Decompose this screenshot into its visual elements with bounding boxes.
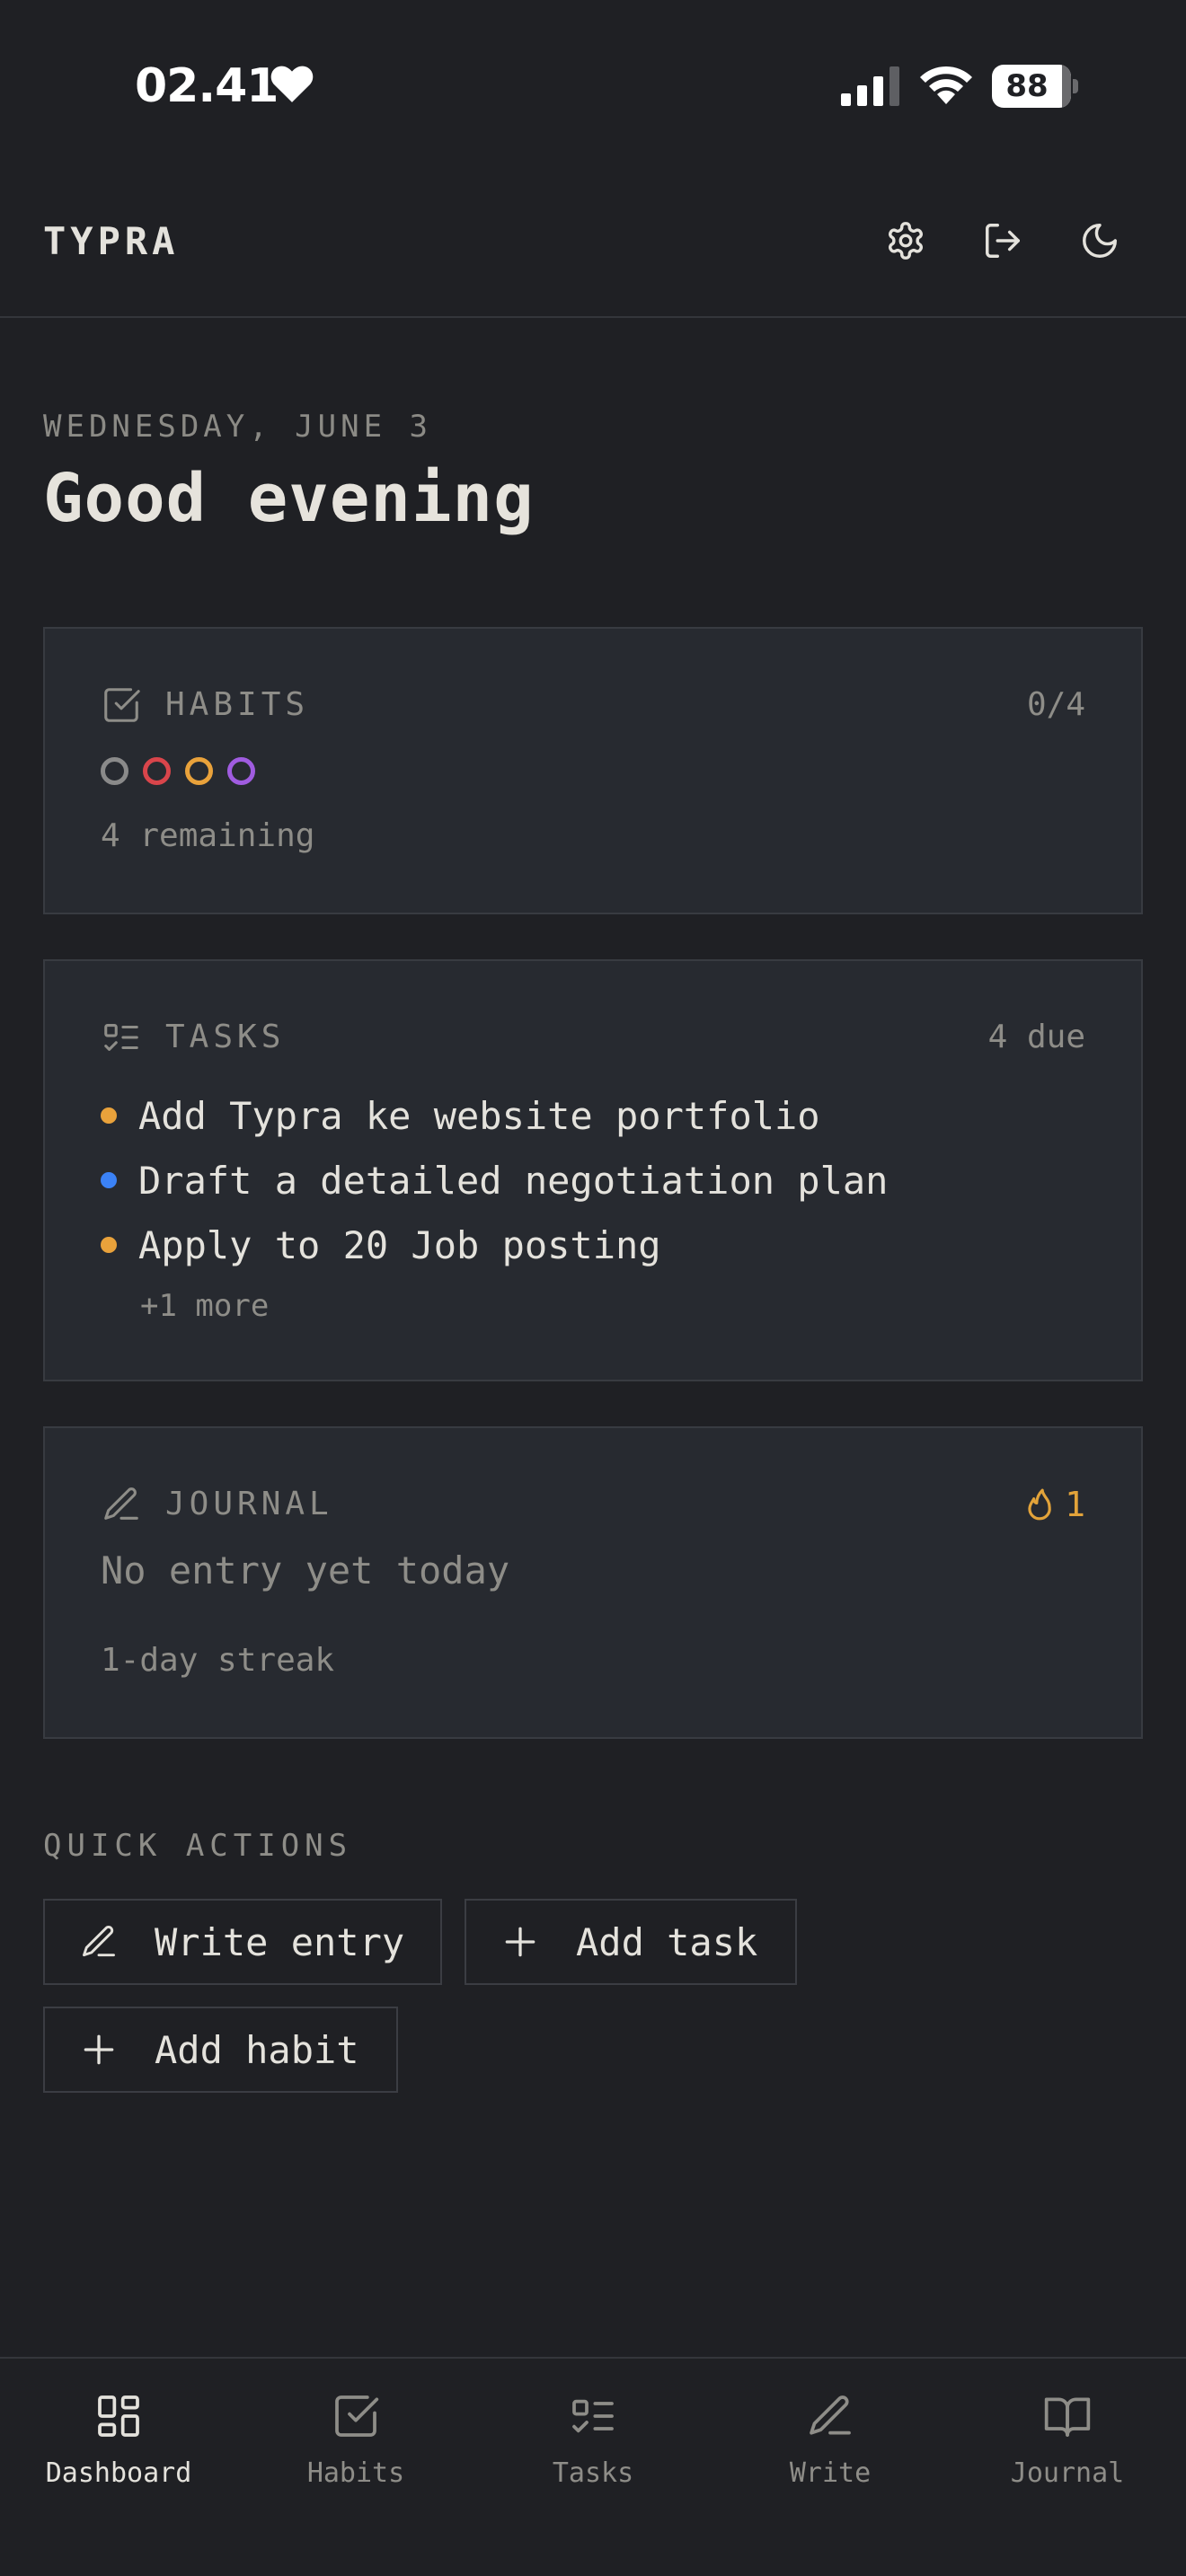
theme-toggle-button[interactable]: [1067, 208, 1132, 273]
nav-journal-label: Journal: [1010, 2457, 1125, 2489]
journal-title: JOURNAL: [165, 1486, 333, 1522]
habit-status-dot[interactable]: [101, 757, 128, 785]
gear-icon: [889, 222, 923, 260]
tasks-more-link[interactable]: +1 more: [140, 1288, 269, 1324]
journal-streak-text: 1-day streak: [101, 1642, 335, 1679]
check-square-icon: [104, 688, 140, 722]
habits-card-header: HABITS 0/4: [101, 684, 1085, 726]
nav-tasks[interactable]: Tasks: [474, 2359, 712, 2502]
logout-button[interactable]: [970, 208, 1035, 273]
task-text: Draft a detailed negotiation plan: [138, 1158, 889, 1203]
task-item[interactable]: Draft a detailed negotiation plan: [101, 1148, 888, 1213]
battery-level: 88: [1005, 68, 1049, 104]
greeting-title: Good evening: [43, 460, 535, 537]
dashboard-icon: [98, 2395, 139, 2437]
habit-status-dot[interactable]: [143, 757, 171, 785]
pen-line-icon: [810, 2395, 851, 2435]
nav-habits-label: Habits: [306, 2457, 405, 2489]
status-bar: 02.41 88: [0, 0, 1186, 180]
add-habit-label: Add habit: [155, 2027, 359, 2072]
pen-line-icon: [104, 1487, 138, 1520]
task-item[interactable]: Apply to 20 Job posting: [101, 1213, 888, 1277]
write-entry-label: Write entry: [155, 1919, 405, 1964]
task-text: Apply to 20 Job posting: [138, 1222, 661, 1267]
habits-remaining: 4 remaining: [101, 817, 315, 854]
habits-progress: 0/4: [1026, 686, 1085, 723]
plus-icon: [84, 2034, 114, 2065]
add-task-button[interactable]: Add task: [465, 1899, 797, 1985]
streak-count: 1: [1065, 1485, 1085, 1524]
habits-card[interactable]: HABITS 0/4 4 remaining: [43, 627, 1143, 914]
wifi-icon: [920, 66, 972, 104]
nav-journal[interactable]: Journal: [949, 2359, 1186, 2502]
flame-icon: [1028, 1488, 1051, 1521]
tasks-title: TASKS: [165, 1019, 286, 1055]
settings-button[interactable]: [873, 208, 938, 273]
nav-write-label: Write: [789, 2457, 872, 2489]
write-entry-button[interactable]: Write entry: [43, 1899, 442, 1985]
status-time: 02.41: [135, 59, 279, 113]
nav-habits[interactable]: Habits: [237, 2359, 474, 2502]
moon-icon: [1083, 224, 1117, 258]
journal-card-header: JOURNAL 1: [101, 1484, 1085, 1525]
add-habit-button[interactable]: Add habit: [43, 2007, 398, 2093]
app-logo: TYPRA: [43, 219, 180, 263]
add-task-label: Add task: [576, 1919, 758, 1964]
habit-status-dot[interactable]: [227, 757, 255, 785]
tasks-card-header: TASKS 4 due: [101, 1017, 1085, 1058]
habit-status-dot[interactable]: [185, 757, 213, 785]
quick-actions-label: QUICK ACTIONS: [43, 1828, 353, 1864]
logout-icon: [986, 224, 1020, 258]
bottom-navigation: Dashboard Habits Tasks Write Journal: [0, 2357, 1186, 2576]
task-list: Add Typra ke website portfolio Draft a d…: [101, 1083, 888, 1277]
habit-dots: [101, 757, 255, 786]
plus-icon: [505, 1927, 535, 1957]
app-header: TYPRA: [0, 180, 1186, 318]
nav-dashboard-label: Dashboard: [45, 2457, 192, 2489]
task-priority-dot: [101, 1107, 117, 1124]
cellular-signal-icon: [841, 66, 899, 106]
pen-line-icon: [83, 1926, 115, 1957]
nav-dashboard[interactable]: Dashboard: [0, 2359, 237, 2502]
list-checks-icon: [104, 1024, 138, 1051]
check-square-icon: [335, 2395, 379, 2437]
task-priority-dot: [101, 1237, 117, 1253]
tasks-card[interactable]: TASKS 4 due Add Typra ke website portfol…: [43, 959, 1143, 1381]
nav-write[interactable]: Write: [712, 2359, 949, 2502]
nav-tasks-label: Tasks: [552, 2457, 634, 2489]
habits-title: HABITS: [165, 686, 310, 723]
journal-status: No entry yet today: [101, 1548, 510, 1592]
streak-badge: 1: [1025, 1484, 1085, 1525]
battery-indicator: 88: [992, 65, 1078, 108]
journal-card[interactable]: JOURNAL 1 No entry yet today 1-day strea…: [43, 1426, 1143, 1739]
book-open-icon: [1044, 2397, 1091, 2437]
list-checks-icon: [572, 2399, 614, 2433]
task-priority-dot: [101, 1172, 117, 1188]
date-label: WEDNESDAY, JUNE 3: [43, 409, 432, 445]
task-text: Add Typra ke website portfolio: [138, 1093, 820, 1138]
task-item[interactable]: Add Typra ke website portfolio: [101, 1083, 888, 1148]
dashboard-screen: 02.41 88 TYPRA WEDNESDAY, JUNE 3 Good ev…: [0, 0, 1186, 2576]
tasks-due-count: 4 due: [987, 1019, 1085, 1055]
heart-icon: [270, 66, 314, 102]
